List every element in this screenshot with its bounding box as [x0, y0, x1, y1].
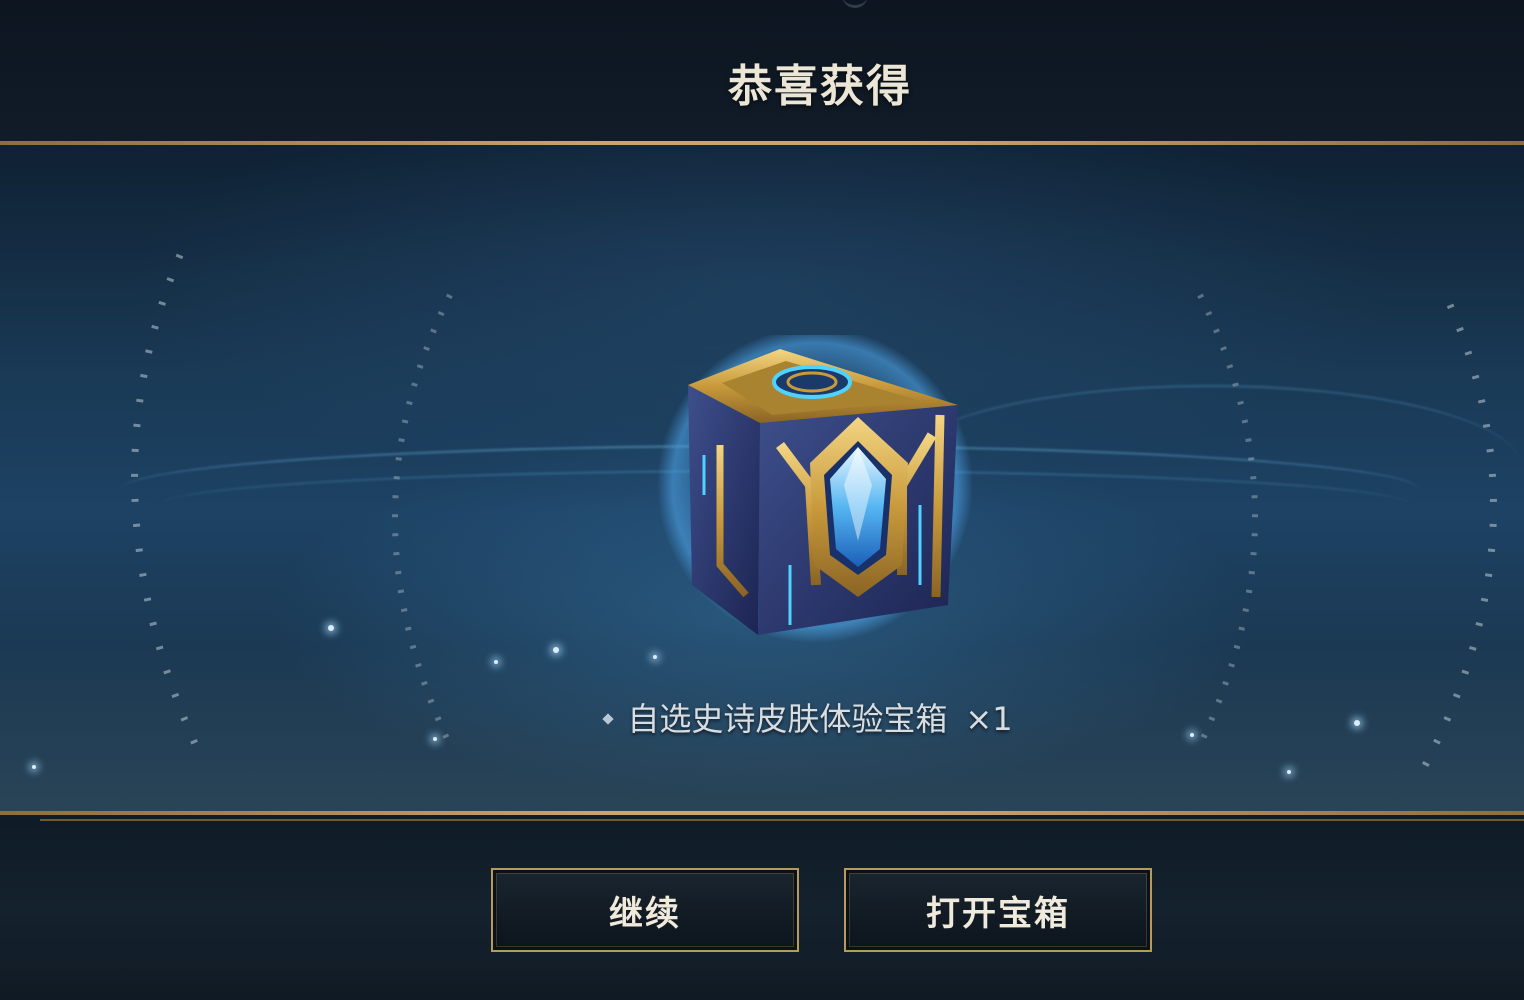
reward-item-label: 自选史诗皮肤体验宝箱 ×1: [0, 694, 1524, 740]
header-bar: 恭喜获得: [0, 0, 1524, 142]
sparkle-particle: [1287, 770, 1291, 774]
reward-screen: 恭喜获得 自选史诗皮肤体验宝箱 ×1 继续 打开宝箱: [0, 0, 1524, 1000]
sparkle-particle: [553, 647, 559, 653]
bottom-divider: [0, 811, 1524, 815]
sparkle-particle: [32, 765, 36, 769]
continue-button[interactable]: 继续: [491, 868, 799, 952]
page-title: 恭喜获得: [728, 61, 912, 112]
top-emblem-icon: [842, 0, 868, 8]
reward-item-quantity: ×1: [965, 700, 1013, 738]
sparkle-particle: [494, 660, 498, 664]
right-dashed-arc: [1197, 293, 1497, 775]
left-dashed-arc: [131, 253, 453, 757]
reward-item-name: 自选史诗皮肤体验宝箱: [627, 700, 948, 738]
sparkle-particle: [653, 655, 657, 659]
sparkle-particle: [328, 625, 334, 631]
open-chest-button[interactable]: 打开宝箱: [844, 868, 1152, 952]
treasure-chest-icon: [657, 335, 973, 643]
